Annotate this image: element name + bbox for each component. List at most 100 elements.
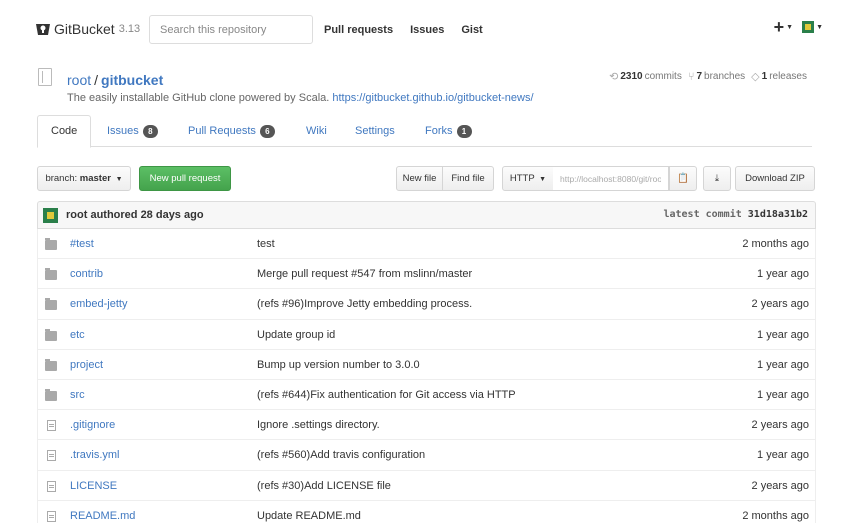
avatar[interactable] bbox=[802, 21, 815, 33]
releases-stat[interactable]: ◇ 1 releases bbox=[751, 70, 807, 83]
commit-message[interactable]: Update README.md bbox=[257, 510, 361, 522]
commit-author: root authored 28 days ago bbox=[66, 209, 204, 221]
pull-requests-counter: 6 bbox=[259, 124, 275, 138]
header-right: + ▼ ▼ bbox=[774, 18, 823, 36]
tab-wiki-label: Wiki bbox=[306, 124, 327, 137]
tag-icon: ◇ bbox=[751, 71, 760, 83]
file-list: #test test 2 months ago contrib Merge pull r… bbox=[37, 229, 816, 523]
copy-clipboard-button[interactable]: 📋 bbox=[669, 166, 697, 191]
commit-message[interactable]: (refs #30)Add LICENSE file bbox=[257, 480, 391, 492]
commit-age: 2 months ago bbox=[742, 238, 809, 250]
nav-gist[interactable]: Gist bbox=[461, 24, 482, 36]
file-name-link[interactable]: .travis.yml bbox=[70, 449, 120, 461]
table-row: src (refs #644)Fix authentication for Git… bbox=[38, 380, 815, 411]
releases-count: 1 bbox=[761, 71, 768, 82]
table-row: etc Update group id 1 year ago bbox=[38, 320, 815, 350]
search-input[interactable] bbox=[149, 15, 313, 44]
repo-name-link[interactable]: gitbucket bbox=[101, 72, 163, 88]
brand[interactable]: GitBucket 3.13 bbox=[35, 21, 140, 37]
tab-issues[interactable]: Issues 8 bbox=[107, 115, 158, 147]
commit-sha[interactable]: 31d18a31b2 bbox=[748, 209, 808, 220]
commit-message[interactable]: (refs #560)Add travis configuration bbox=[257, 449, 425, 461]
commit-age: 2 years ago bbox=[751, 298, 809, 311]
branch-selector[interactable]: branch: master ▼ bbox=[37, 166, 131, 191]
commit-age: 1 year ago bbox=[757, 268, 809, 281]
commit-author-name[interactable]: root bbox=[66, 209, 87, 221]
repo-icon bbox=[38, 68, 52, 86]
nav-issues[interactable]: Issues bbox=[410, 24, 444, 36]
new-file-button[interactable]: New file bbox=[396, 166, 443, 191]
repo-stats: ⟲ 2310 commits ⑂ 7 branches ◇ 1 releases bbox=[609, 70, 813, 84]
download-icon-button[interactable]: ⤓ bbox=[703, 166, 731, 191]
releases-label: releases bbox=[769, 71, 807, 82]
table-row: LICENSE (refs #30)Add LICENSE file 2 years… bbox=[38, 471, 815, 501]
commit-age: 2 years ago bbox=[751, 479, 809, 492]
protocol-selector[interactable]: HTTP ▼ bbox=[502, 166, 554, 191]
folder-icon bbox=[45, 328, 57, 341]
chevron-down-icon: ▼ bbox=[539, 176, 547, 183]
chevron-down-icon[interactable]: ▼ bbox=[816, 24, 823, 31]
commit-age: 2 years ago bbox=[751, 419, 809, 432]
branches-stat[interactable]: ⑂ 7 branches bbox=[688, 71, 745, 83]
folder-icon bbox=[45, 238, 57, 250]
commits-label: commits bbox=[644, 71, 682, 82]
latest-commit: latest commit 31d18a31b2 bbox=[663, 209, 808, 220]
file-name-link[interactable]: .gitignore bbox=[70, 419, 115, 431]
commit-age: 1 year ago bbox=[757, 358, 809, 371]
repo-tabs: Code Issues 8 Pull Requests 6 Wiki Setting… bbox=[37, 115, 812, 148]
new-pull-request-button[interactable]: New pull request bbox=[139, 166, 231, 191]
download-zip-button[interactable]: Download ZIP bbox=[735, 166, 815, 191]
file-name-link[interactable]: contrib bbox=[70, 268, 103, 280]
file-name-link[interactable]: LICENSE bbox=[70, 480, 117, 492]
commit-message[interactable]: Merge pull request #547 from mslinn/mast… bbox=[257, 268, 472, 280]
tab-forks[interactable]: Forks 1 bbox=[425, 115, 472, 147]
commits-stat[interactable]: ⟲ 2310 commits bbox=[609, 70, 682, 83]
commit-message[interactable]: Bump up version number to 3.0.0 bbox=[257, 359, 420, 371]
tab-wiki[interactable]: Wiki bbox=[306, 115, 327, 147]
file-name-link[interactable]: #test bbox=[70, 238, 94, 250]
commit-message[interactable]: test bbox=[257, 238, 275, 250]
plus-icon[interactable]: + bbox=[774, 18, 785, 36]
chevron-down-icon[interactable]: ▼ bbox=[786, 24, 793, 31]
commit-age: 1 year ago bbox=[757, 449, 809, 462]
repo-description: The easily installable GitHub clone powe… bbox=[67, 92, 534, 104]
table-row: .gitignore Ignore .settings directory. 2 y… bbox=[38, 410, 815, 441]
commit-message[interactable]: Update group id bbox=[257, 329, 335, 341]
tab-issues-label: Issues bbox=[107, 124, 139, 137]
file-icon bbox=[47, 420, 56, 432]
chevron-down-icon: ▼ bbox=[115, 176, 123, 183]
find-file-button[interactable]: Find file bbox=[442, 166, 494, 191]
repo-owner-link[interactable]: root bbox=[67, 72, 91, 88]
commit-age: 1 year ago bbox=[757, 388, 809, 401]
commits-count: 2310 bbox=[620, 71, 643, 82]
file-name-link[interactable]: README.md bbox=[70, 510, 135, 522]
file-name-link[interactable]: project bbox=[70, 359, 103, 371]
commit-age: 2 months ago bbox=[742, 509, 809, 522]
brand-version: 3.13 bbox=[118, 23, 141, 35]
repo-separator: / bbox=[94, 72, 99, 88]
commit-message[interactable]: (refs #96)Improve Jetty embedding proces… bbox=[257, 298, 472, 310]
avatar[interactable] bbox=[43, 208, 58, 223]
folder-icon bbox=[45, 298, 57, 311]
file-name-link[interactable]: etc bbox=[70, 329, 85, 341]
tab-code[interactable]: Code bbox=[37, 115, 92, 148]
commit-message[interactable]: Ignore .settings directory. bbox=[257, 419, 380, 431]
issues-counter: 8 bbox=[142, 124, 158, 138]
file-name-link[interactable]: embed-jetty bbox=[70, 298, 127, 310]
file-icon bbox=[47, 480, 56, 492]
gitbucket-logo-icon bbox=[36, 24, 50, 35]
folder-icon bbox=[45, 388, 57, 401]
folder-icon bbox=[45, 358, 57, 371]
tab-code-label: Code bbox=[51, 125, 78, 137]
tab-settings[interactable]: Settings bbox=[355, 115, 395, 147]
commit-action: authored 28 days ago bbox=[90, 209, 204, 221]
nav-pull-requests[interactable]: Pull requests bbox=[324, 24, 393, 36]
repo-description-text: The easily installable GitHub clone powe… bbox=[67, 92, 330, 104]
protocol-label: HTTP bbox=[509, 173, 535, 184]
clone-url-field[interactable] bbox=[553, 166, 669, 191]
branches-count: 7 bbox=[696, 71, 703, 82]
repo-homepage-link[interactable]: https://gitbucket.github.io/gitbucket-ne… bbox=[332, 92, 533, 104]
file-name-link[interactable]: src bbox=[70, 389, 85, 401]
tab-pull-requests[interactable]: Pull Requests 6 bbox=[188, 115, 275, 147]
commit-message[interactable]: (refs #644)Fix authentication for Git ac… bbox=[257, 389, 516, 401]
